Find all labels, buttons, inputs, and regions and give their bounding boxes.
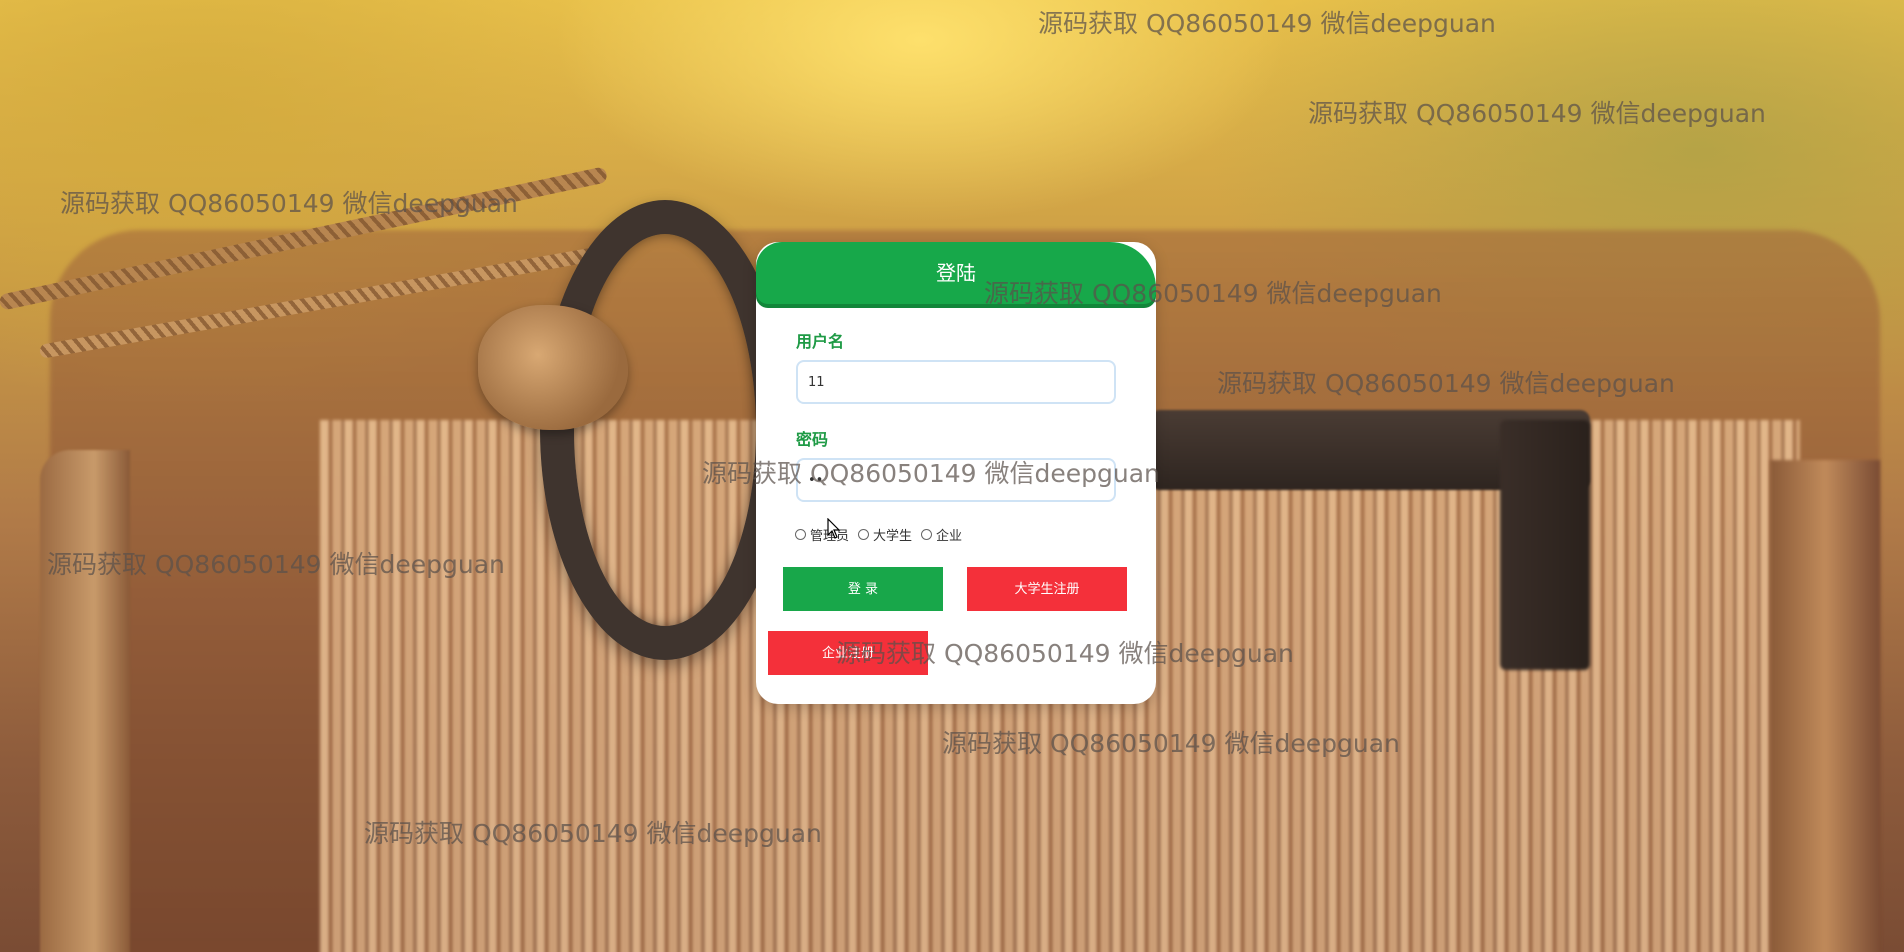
book-spine-right — [1770, 460, 1880, 952]
login-title: 登陆 — [756, 242, 1156, 304]
student-register-button[interactable]: 大学生注册 — [967, 567, 1127, 611]
role-label-student: 大学生 — [873, 529, 913, 544]
role-option-company[interactable]: 企业 — [921, 525, 962, 544]
username-label: 用户名 — [796, 332, 845, 351]
radio-student[interactable] — [858, 529, 870, 540]
role-option-student[interactable]: 大学生 — [858, 525, 912, 544]
login-button[interactable]: 登 录 — [783, 567, 943, 611]
password-input[interactable] — [796, 458, 1116, 502]
radio-company[interactable] — [921, 529, 933, 540]
password-label: 密码 — [796, 430, 829, 449]
mouse-cursor-icon — [827, 518, 841, 539]
radio-admin[interactable] — [795, 529, 806, 540]
role-label-company: 企业 — [936, 529, 963, 544]
company-register-button[interactable]: 企业注册 — [768, 631, 928, 675]
login-card: 登陆 用户名 密码 管理员 大学生 企业 登 录 大学生注册 企业注册 — [756, 242, 1156, 704]
book-spine-left — [40, 450, 130, 952]
rope-knot — [478, 305, 628, 430]
username-input[interactable] — [796, 360, 1116, 404]
role-selector: 管理员 大学生 企业 — [795, 525, 971, 544]
key-bit — [1500, 420, 1590, 670]
key-ring — [540, 200, 790, 660]
